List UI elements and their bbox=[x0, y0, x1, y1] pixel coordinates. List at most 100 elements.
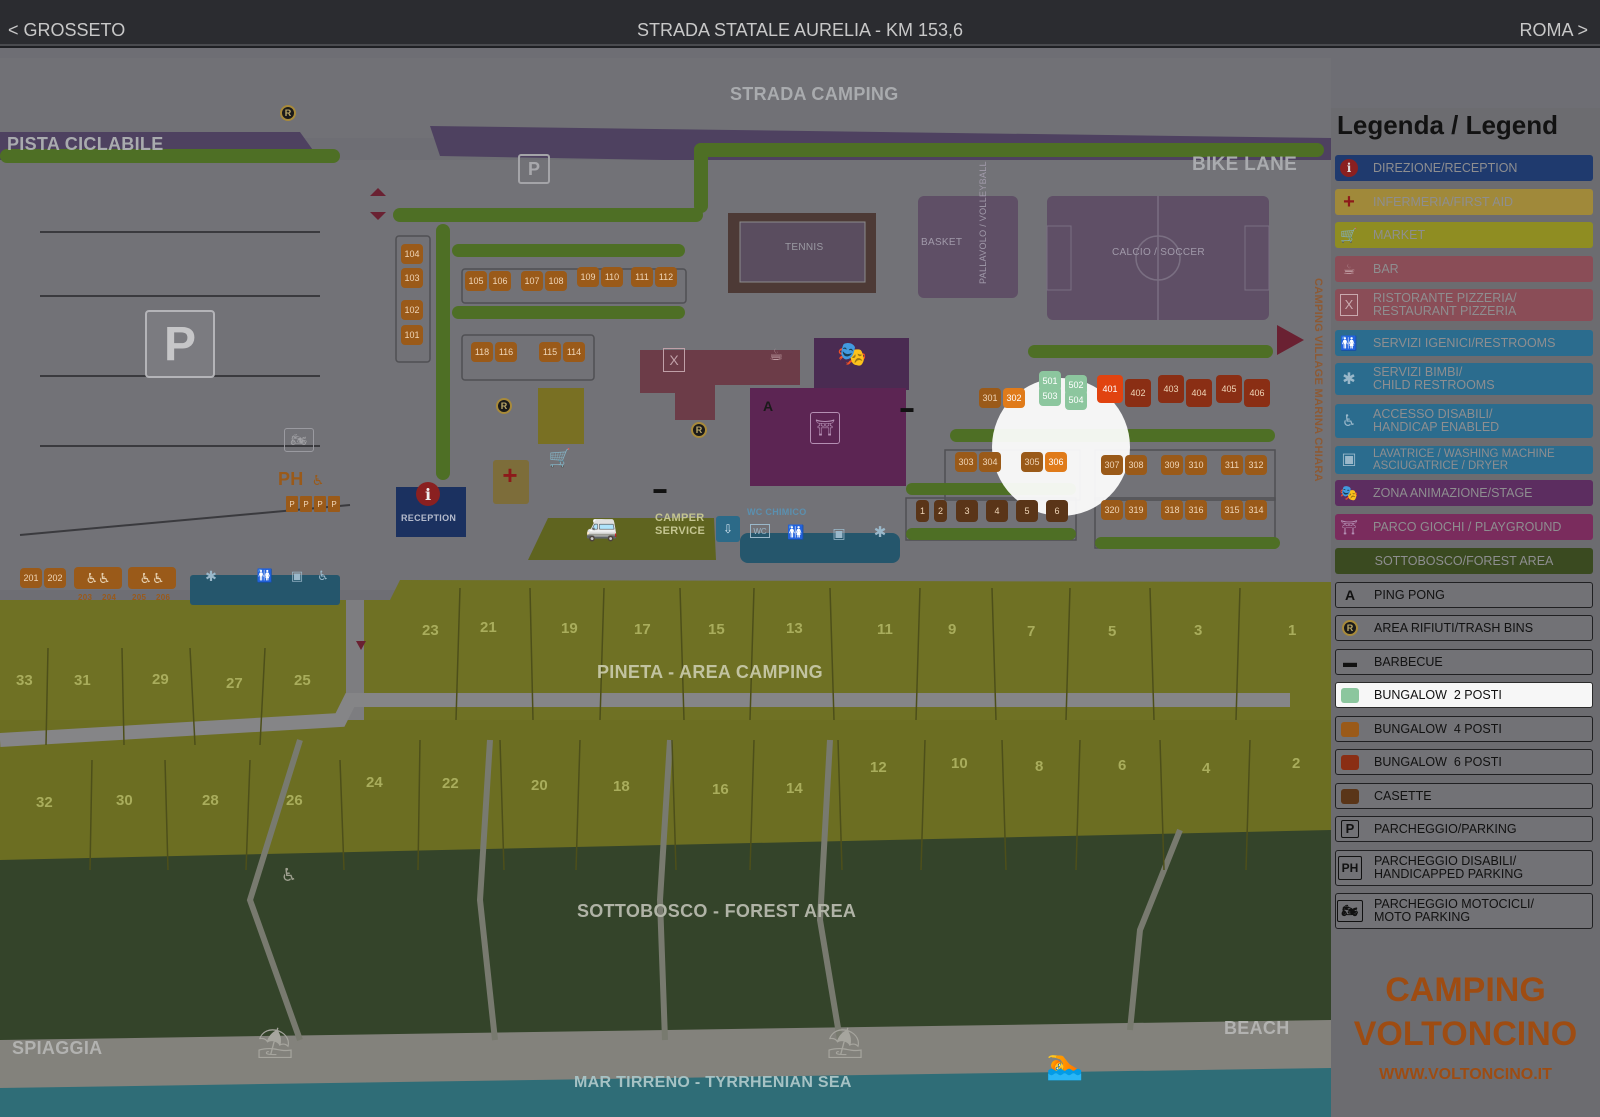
bungalow-4-unit[interactable]: 304 bbox=[979, 452, 1001, 472]
legend-item-trash-bins[interactable]: R AREA RIFIUTI/TRASH BINS bbox=[1335, 615, 1593, 641]
legend-item-stage[interactable]: 🎭 ZONA ANIMAZIONE/STAGE bbox=[1335, 480, 1593, 506]
legend-item-child-restrooms[interactable]: ✱ SERVIZI BIMBI/ CHILD RESTROOMS bbox=[1335, 363, 1593, 395]
pitch-number[interactable]: 30 bbox=[116, 792, 133, 809]
pitch-number[interactable]: 33 bbox=[16, 672, 33, 689]
pitch-number[interactable]: 16 bbox=[712, 781, 729, 798]
bungalow-4-unit[interactable]: 118 bbox=[471, 342, 493, 362]
bungalow-4-unit[interactable]: 320 bbox=[1101, 500, 1123, 520]
legend-item-handicapped-parking[interactable]: PH PARCHEGGIO DISABILI/ HANDICAPPED PARK… bbox=[1335, 850, 1593, 886]
bungalow-4-unit[interactable]: 202 bbox=[44, 568, 66, 588]
bungalow-4-unit[interactable]: 314 bbox=[1245, 500, 1267, 520]
casetta-unit[interactable]: 1 bbox=[916, 500, 929, 522]
bungalow-4-unit[interactable]: 101 bbox=[401, 325, 423, 345]
bungalow-4-unit[interactable]: 104 bbox=[401, 244, 423, 264]
reception-info-icon[interactable]: i bbox=[416, 482, 440, 506]
legend-item-first-aid[interactable]: + INFERMERIA/FIRST AID bbox=[1335, 189, 1593, 215]
accessible-unit[interactable]: ♿♿ bbox=[128, 567, 176, 589]
nav-grosseto-link[interactable]: < GROSSETO bbox=[8, 20, 125, 41]
pitch-number[interactable]: 15 bbox=[708, 621, 725, 638]
theatre-masks-icon[interactable]: 🎭 bbox=[832, 338, 872, 370]
disabled-parking-slot[interactable]: P bbox=[314, 496, 326, 512]
pitch-number[interactable]: 3 bbox=[1194, 622, 1202, 639]
legend-item-bungalow-2[interactable]: BUNGALOW 2 POSTI bbox=[1335, 682, 1593, 708]
pitch-number[interactable]: 17 bbox=[634, 621, 651, 638]
bungalow-4-unit[interactable]: 312 bbox=[1245, 455, 1267, 475]
pitch-number[interactable]: 12 bbox=[870, 759, 887, 776]
pitch-number[interactable]: 28 bbox=[202, 792, 219, 809]
swing-icon[interactable]: ⛩ bbox=[810, 412, 840, 444]
pitch-number[interactable]: 26 bbox=[286, 792, 303, 809]
pitch-number[interactable]: 18 bbox=[613, 778, 630, 795]
pitch-number[interactable]: 25 bbox=[294, 672, 311, 689]
casetta-unit[interactable]: 4 bbox=[986, 500, 1008, 522]
bungalow-4-unit[interactable]: 316 bbox=[1185, 500, 1207, 520]
bungalow-4-unit[interactable]: 112 bbox=[655, 267, 677, 287]
pitch-number[interactable]: 11 bbox=[877, 621, 893, 638]
bungalow-2-unit[interactable]: 504 bbox=[1065, 390, 1087, 410]
first-aid-cross-icon[interactable]: + bbox=[495, 460, 525, 490]
bungalow-4-unit[interactable]: 315 bbox=[1221, 500, 1243, 520]
coffee-cup-icon[interactable]: ☕ bbox=[764, 345, 788, 365]
nav-roma-link[interactable]: ROMA > bbox=[1519, 20, 1588, 41]
bungalow-4-unit[interactable]: 201 bbox=[20, 568, 42, 588]
pitch-number[interactable]: 4 bbox=[1202, 760, 1210, 777]
bungalow-4-unit[interactable]: 111 bbox=[631, 267, 653, 287]
bungalow-4-unit[interactable]: 303 bbox=[955, 452, 977, 472]
pitch-number[interactable]: 8 bbox=[1035, 758, 1043, 775]
bungalow-4-unit[interactable]: 306 bbox=[1045, 452, 1067, 472]
bungalow-4-unit[interactable]: 116 bbox=[495, 342, 517, 362]
pitch-number[interactable]: 5 bbox=[1108, 623, 1116, 640]
legend-item-bungalow-4[interactable]: BUNGALOW 4 POSTI bbox=[1335, 716, 1593, 742]
bungalow-4-unit[interactable]: 102 bbox=[401, 300, 423, 320]
bungalow-4-unit[interactable]: 302 bbox=[1003, 388, 1025, 408]
accessible-unit[interactable]: ♿♿ bbox=[74, 567, 122, 589]
legend-item-ping-pong[interactable]: A PING PONG bbox=[1335, 582, 1593, 608]
legend-item-barbecue[interactable]: ▬ BARBECUE bbox=[1335, 649, 1593, 675]
bungalow-2-unit[interactable]: 503 bbox=[1039, 386, 1061, 406]
bungalow-4-unit[interactable]: 107 bbox=[521, 271, 543, 291]
bungalow-4-unit[interactable]: 115 bbox=[539, 342, 561, 362]
legend-item-forest[interactable]: SOTTOBOSCO/FOREST AREA bbox=[1335, 548, 1593, 574]
pitch-number[interactable]: 7 bbox=[1027, 623, 1035, 640]
bungalow-6-unit[interactable]: 406 bbox=[1244, 379, 1270, 407]
bungalow-4-unit[interactable]: 305 bbox=[1021, 452, 1043, 472]
legend-item-restrooms[interactable]: 🚻 SERVIZI IGENICI/RESTROOMS bbox=[1335, 330, 1593, 356]
pitch-number[interactable]: 10 bbox=[951, 755, 968, 772]
legend-item-handicap[interactable]: ♿ ACCESSO DISABILI/ HANDICAP ENABLED bbox=[1335, 404, 1593, 438]
legend-item-reception[interactable]: i DIREZIONE/RECEPTION bbox=[1335, 155, 1593, 181]
pitch-number[interactable]: 27 bbox=[226, 675, 243, 692]
pitch-number[interactable]: 14 bbox=[786, 780, 803, 797]
bungalow-6-unit[interactable]: 405 bbox=[1216, 375, 1242, 403]
legend-item-washing-machine[interactable]: ▣ LAVATRICE / WASHING MACHINE ASCIUGATRI… bbox=[1335, 446, 1593, 474]
bungalow-4-unit[interactable]: 109 bbox=[577, 267, 599, 287]
bungalow-4-unit[interactable]: 105 bbox=[465, 271, 487, 291]
bungalow-4-unit[interactable]: 307 bbox=[1101, 455, 1123, 475]
legend-item-bungalow-6[interactable]: BUNGALOW 6 POSTI bbox=[1335, 749, 1593, 775]
pitch-number[interactable]: 20 bbox=[531, 777, 548, 794]
legend-item-bar[interactable]: ☕ BAR bbox=[1335, 256, 1593, 282]
casetta-unit[interactable]: 3 bbox=[956, 500, 978, 522]
bungalow-4-unit[interactable]: 309 bbox=[1161, 455, 1183, 475]
pitch-number[interactable]: 9 bbox=[948, 621, 956, 638]
bungalow-4-unit[interactable]: 301 bbox=[979, 388, 1001, 408]
disabled-parking-slot[interactable]: P bbox=[286, 496, 298, 512]
cutlery-icon[interactable]: X bbox=[663, 348, 685, 372]
casetta-unit[interactable]: 6 bbox=[1046, 500, 1068, 522]
disabled-parking-slot[interactable]: P bbox=[300, 496, 312, 512]
pitch-number[interactable]: 1 bbox=[1288, 622, 1296, 639]
pitch-number[interactable]: 31 bbox=[74, 672, 91, 689]
bungalow-4-unit[interactable]: 308 bbox=[1125, 455, 1147, 475]
legend-item-casette[interactable]: CASETTE bbox=[1335, 783, 1593, 809]
legend-item-moto-parking[interactable]: 🏍 PARCHEGGIO MOTOCICLI/ MOTO PARKING bbox=[1335, 893, 1593, 929]
bungalow-4-unit[interactable]: 310 bbox=[1185, 455, 1207, 475]
bungalow-4-unit[interactable]: 106 bbox=[489, 271, 511, 291]
pitch-number[interactable]: 19 bbox=[561, 620, 578, 637]
brand-url-link[interactable]: WWW.VOLTONCINO.IT bbox=[1331, 1066, 1600, 1084]
casetta-unit[interactable]: 5 bbox=[1016, 500, 1038, 522]
bungalow-4-unit[interactable]: 103 bbox=[401, 268, 423, 288]
bungalow-4-unit[interactable]: 114 bbox=[563, 342, 585, 362]
pitch-number[interactable]: 32 bbox=[36, 794, 53, 811]
pitch-number[interactable]: 21 bbox=[480, 619, 497, 636]
legend-item-parking[interactable]: P PARCHEGGIO/PARKING bbox=[1335, 816, 1593, 842]
legend-item-playground[interactable]: ⛩ PARCO GIOCHI / PLAYGROUND bbox=[1335, 514, 1593, 540]
